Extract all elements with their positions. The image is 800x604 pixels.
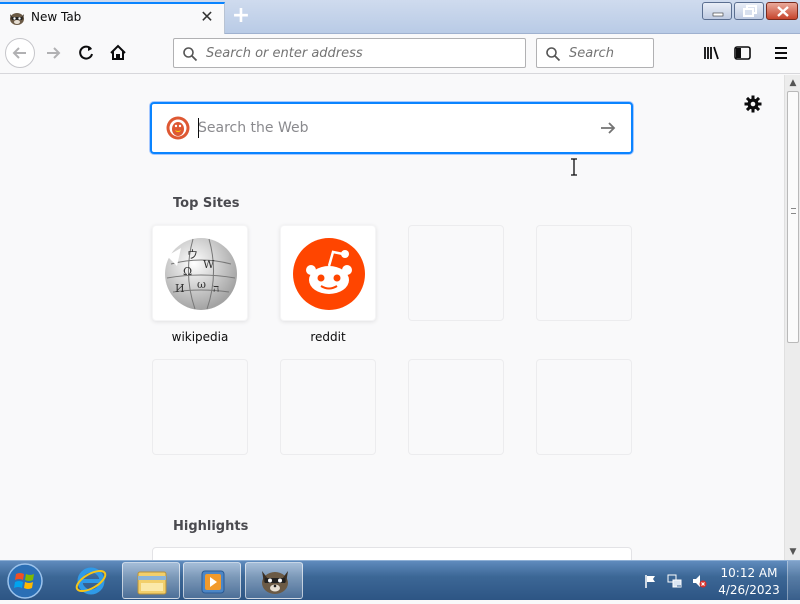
media-player-icon: [201, 570, 225, 594]
svg-text:И: И: [175, 282, 185, 295]
top-site-label[interactable]: wikipedia: [152, 330, 248, 344]
web-search-box[interactable]: [150, 102, 633, 176]
search-icon: [183, 47, 198, 62]
hamburger-menu-button[interactable]: [766, 38, 796, 68]
sidebar-button[interactable]: [728, 38, 758, 68]
arrow-right-icon: [47, 47, 61, 59]
network-icon[interactable]: [667, 573, 683, 589]
taskbar-file-explorer[interactable]: [122, 562, 180, 599]
file-explorer-icon: [137, 571, 167, 595]
vertical-scrollbar[interactable]: ▲ ▼: [784, 75, 800, 560]
home-button[interactable]: [103, 38, 133, 68]
scroll-down-arrow-icon[interactable]: ▼: [785, 544, 800, 560]
duckduckgo-icon: [166, 116, 190, 140]
top-site-tile-reddit[interactable]: [280, 225, 376, 321]
forward-button[interactable]: [38, 38, 68, 68]
action-center-flag-icon[interactable]: [643, 573, 659, 589]
text-caret: [198, 118, 199, 138]
volume-muted-icon[interactable]: [691, 573, 707, 589]
home-icon: [110, 44, 126, 60]
new-tab-button[interactable]: +: [230, 5, 252, 28]
search-bar-placeholder: Search: [569, 46, 614, 61]
top-site-tile-wikipedia[interactable]: ΩW Иωה ウ: [152, 225, 248, 321]
web-search-input[interactable]: [198, 117, 578, 139]
highlight-card[interactable]: [152, 547, 632, 560]
svg-text:ה: ה: [213, 282, 219, 295]
text-cursor-icon: [571, 158, 577, 176]
svg-text:Ω: Ω: [183, 265, 192, 278]
navigation-toolbar: Search or enter address Search: [0, 34, 800, 74]
scrollbar-thumb[interactable]: [787, 91, 799, 343]
svg-text:ウ: ウ: [187, 248, 198, 261]
restore-button[interactable]: [734, 2, 764, 20]
svg-text:W: W: [203, 258, 215, 271]
library-icon: [704, 46, 719, 60]
scroll-up-arrow-icon[interactable]: ▲: [785, 75, 800, 91]
taskbar-firefox[interactable]: [245, 562, 303, 599]
tab-title: New Tab: [31, 10, 82, 24]
top-site-tile-empty[interactable]: [408, 359, 504, 455]
menu-icon: [775, 47, 787, 59]
highlights-heading: Highlights: [173, 519, 249, 534]
restore-icon: [743, 5, 757, 17]
address-bar[interactable]: Search or enter address: [173, 38, 526, 68]
grip-icon: [791, 208, 796, 214]
top-site-label[interactable]: reddit: [280, 330, 376, 344]
svg-text:ω: ω: [197, 278, 206, 291]
internet-explorer-icon: [75, 567, 107, 595]
tab-close-icon[interactable]: ✕: [199, 9, 215, 25]
tab-new-tab[interactable]: New Tab ✕: [0, 2, 225, 34]
reddit-icon: [293, 238, 365, 310]
reload-icon: [79, 45, 93, 60]
top-site-tile-empty[interactable]: [408, 225, 504, 321]
search-icon: [546, 47, 561, 62]
address-bar-placeholder: Search or enter address: [206, 46, 363, 61]
top-sites-heading: Top Sites: [173, 196, 240, 211]
title-bar: New Tab ✕ +: [0, 0, 800, 34]
taskbar-media-player[interactable]: [183, 562, 241, 599]
close-window-button[interactable]: [766, 2, 798, 20]
start-button[interactable]: [5, 562, 45, 600]
library-button[interactable]: [697, 38, 727, 68]
gear-icon[interactable]: [744, 95, 762, 113]
clock-date[interactable]: 4/26/2023: [716, 583, 782, 597]
wikipedia-globe-icon: ΩW И ω ה ウ: [165, 238, 237, 310]
taskbar-internet-explorer[interactable]: [62, 562, 120, 599]
top-site-tile-empty[interactable]: [536, 359, 632, 455]
top-site-tile-empty[interactable]: [536, 225, 632, 321]
clock-time[interactable]: 10:12 AM: [716, 566, 782, 580]
windows-logo-icon: [7, 563, 43, 599]
firefox-raccoon-icon: [10, 13, 24, 25]
minimize-icon: [712, 12, 724, 17]
new-tab-page: Top Sites ΩW Иωה ウ wikipedia reddit: [0, 75, 784, 560]
reload-button[interactable]: [71, 38, 101, 68]
arrow-left-icon: [12, 47, 26, 59]
close-icon: [777, 6, 789, 17]
top-site-tile-empty[interactable]: [152, 359, 248, 455]
sidebar-icon: [734, 46, 751, 60]
firefox-icon: [262, 571, 288, 594]
search-bar[interactable]: Search: [536, 38, 654, 68]
minimize-button[interactable]: [702, 2, 732, 20]
windows-taskbar: 10:12 AM 4/26/2023: [0, 560, 800, 601]
top-site-tile-empty[interactable]: [280, 359, 376, 455]
arrow-right-icon[interactable]: [598, 118, 618, 138]
show-desktop-button[interactable]: [787, 561, 800, 601]
back-button[interactable]: [5, 38, 35, 68]
